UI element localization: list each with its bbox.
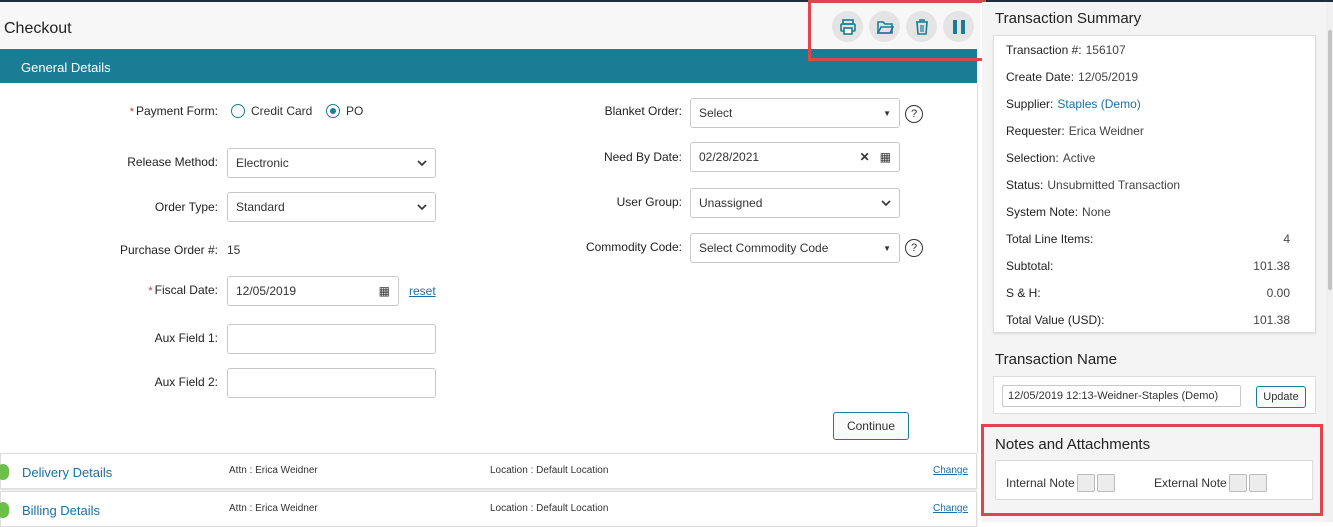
aux-field-1-label: Aux Field 1: (154, 331, 218, 345)
delivery-location: Location : Default Location (490, 465, 609, 476)
fiscal-date-input[interactable]: 12/05/2019 ▦ (227, 276, 399, 306)
payment-po-option[interactable]: PO (326, 104, 363, 118)
internal-note[interactable]: Internal Note (1006, 474, 1115, 492)
billing-location: Location : Default Location (490, 503, 609, 514)
fiscal-date-reset-link[interactable]: reset (409, 284, 436, 298)
delivery-change-link[interactable]: Change (933, 465, 968, 476)
need-by-date-input[interactable]: 02/28/2021 ✕ ▦ (690, 142, 900, 172)
chevron-down-icon (417, 160, 427, 167)
supplier-link[interactable]: Staples (Demo) (1057, 97, 1140, 111)
credit-card-radio[interactable] (231, 104, 245, 118)
clear-icon[interactable]: ✕ (860, 150, 870, 164)
blanket-order-select[interactable]: Select ▼ (690, 98, 900, 128)
payment-form-label: * Payment Form: (129, 104, 218, 118)
transaction-name-heading: Transaction Name (995, 351, 1117, 368)
payment-credit-card-option[interactable]: Credit Card (231, 104, 312, 118)
transaction-summary-card: Transaction #: 156107 Create Date: 12/05/2… (993, 35, 1316, 333)
summary-selection-row: Selection: Active (1006, 151, 1096, 165)
billing-change-link[interactable]: Change (933, 503, 968, 514)
transaction-name-input[interactable]: 12/05/2019 12:13-Weidner-Staples (Demo) (1002, 385, 1241, 407)
release-method-select[interactable]: Electronic (227, 148, 436, 178)
user-group-select[interactable]: Unassigned (690, 188, 900, 218)
caret-down-icon: ▼ (883, 243, 891, 253)
calendar-icon[interactable]: ▦ (880, 150, 891, 164)
caret-down-icon: ▼ (883, 108, 891, 118)
summary-supplier-row: Supplier: Staples (Demo) (1006, 97, 1141, 111)
order-type-select[interactable]: Standard (227, 192, 436, 222)
note-icon[interactable] (1228, 474, 1247, 492)
summary-create-date-row: Create Date: 12/05/2019 (1006, 70, 1139, 84)
attachment-icon[interactable] (1248, 474, 1267, 492)
commodity-code-help-icon[interactable]: ? (905, 239, 923, 257)
commodity-code-select[interactable]: Select Commodity Code ▼ (690, 233, 900, 263)
summary-total-value-row: Total Value (USD): 101.38 (1006, 313, 1290, 327)
order-type-label: Order Type: (154, 200, 218, 214)
status-dot (0, 464, 9, 480)
general-details-form: * Payment Form: Credit Card PO Release Me… (0, 83, 978, 453)
checkout-main: Checkout General Details * Payment Form: … (0, 2, 980, 527)
fiscal-date-label: * Fiscal Date: (148, 283, 218, 297)
summary-sh-row: S & H: 0.00 (1006, 286, 1290, 300)
delivery-attn: Attn : Erica Weidner (229, 465, 318, 476)
po-number-value: 15 (227, 243, 241, 257)
billing-details-title[interactable]: Billing Details (22, 503, 100, 518)
commodity-code-label: Commodity Code: (585, 240, 682, 254)
note-icon[interactable] (1076, 474, 1095, 492)
notes-card: Internal Note External Note (995, 460, 1313, 500)
summary-transaction-row: Transaction #: 156107 (1006, 43, 1126, 57)
summary-line-items-row: Total Line Items: 4 (1006, 232, 1290, 246)
aux-field-2-label: Aux Field 2: (154, 375, 218, 389)
summary-system-note-row: System Note: None (1006, 205, 1111, 219)
summary-requester-row: Requester: Erica Weidner (1006, 124, 1144, 138)
required-marker: * (148, 285, 153, 297)
release-method-label: Release Method: (127, 155, 218, 169)
summary-subtotal-row: Subtotal: 101.38 (1006, 259, 1290, 273)
status-dot (0, 502, 9, 518)
blanket-order-help-icon[interactable]: ? (905, 105, 923, 123)
attachment-icon[interactable] (1096, 474, 1115, 492)
billing-attn: Attn : Erica Weidner (229, 503, 318, 514)
aux-field-1-input[interactable] (227, 324, 436, 354)
toolbar-highlight-box (808, 0, 986, 61)
aux-field-2-input[interactable] (227, 368, 436, 398)
po-number-label: Purchase Order #: (119, 243, 218, 257)
delivery-details-title[interactable]: Delivery Details (22, 465, 112, 480)
update-button[interactable]: Update (1256, 386, 1306, 408)
po-radio[interactable] (326, 104, 340, 118)
need-by-date-label: Need By Date: (603, 150, 682, 164)
chevron-down-icon (417, 204, 427, 211)
continue-button[interactable]: Continue (833, 412, 909, 440)
blanket-order-label: Blanket Order: (604, 104, 682, 118)
user-group-label: User Group: (616, 195, 682, 209)
calendar-icon[interactable]: ▦ (379, 284, 390, 298)
external-note[interactable]: External Note (1154, 474, 1267, 492)
summary-status-row: Status: Unsubmitted Transaction (1006, 178, 1181, 192)
chevron-down-icon (881, 200, 891, 207)
scrollbar-thumb[interactable] (1328, 30, 1332, 290)
required-marker: * (129, 106, 134, 118)
page-title: Checkout (4, 20, 72, 37)
general-details-title: General Details (21, 60, 111, 75)
transaction-summary-heading: Transaction Summary (995, 10, 1142, 27)
transaction-name-card: 12/05/2019 12:13-Weidner-Staples (Demo) … (993, 376, 1316, 414)
delivery-details-row[interactable]: Delivery Details Attn : Erica Weidner Lo… (0, 453, 977, 489)
notes-heading: Notes and Attachments (995, 436, 1151, 453)
